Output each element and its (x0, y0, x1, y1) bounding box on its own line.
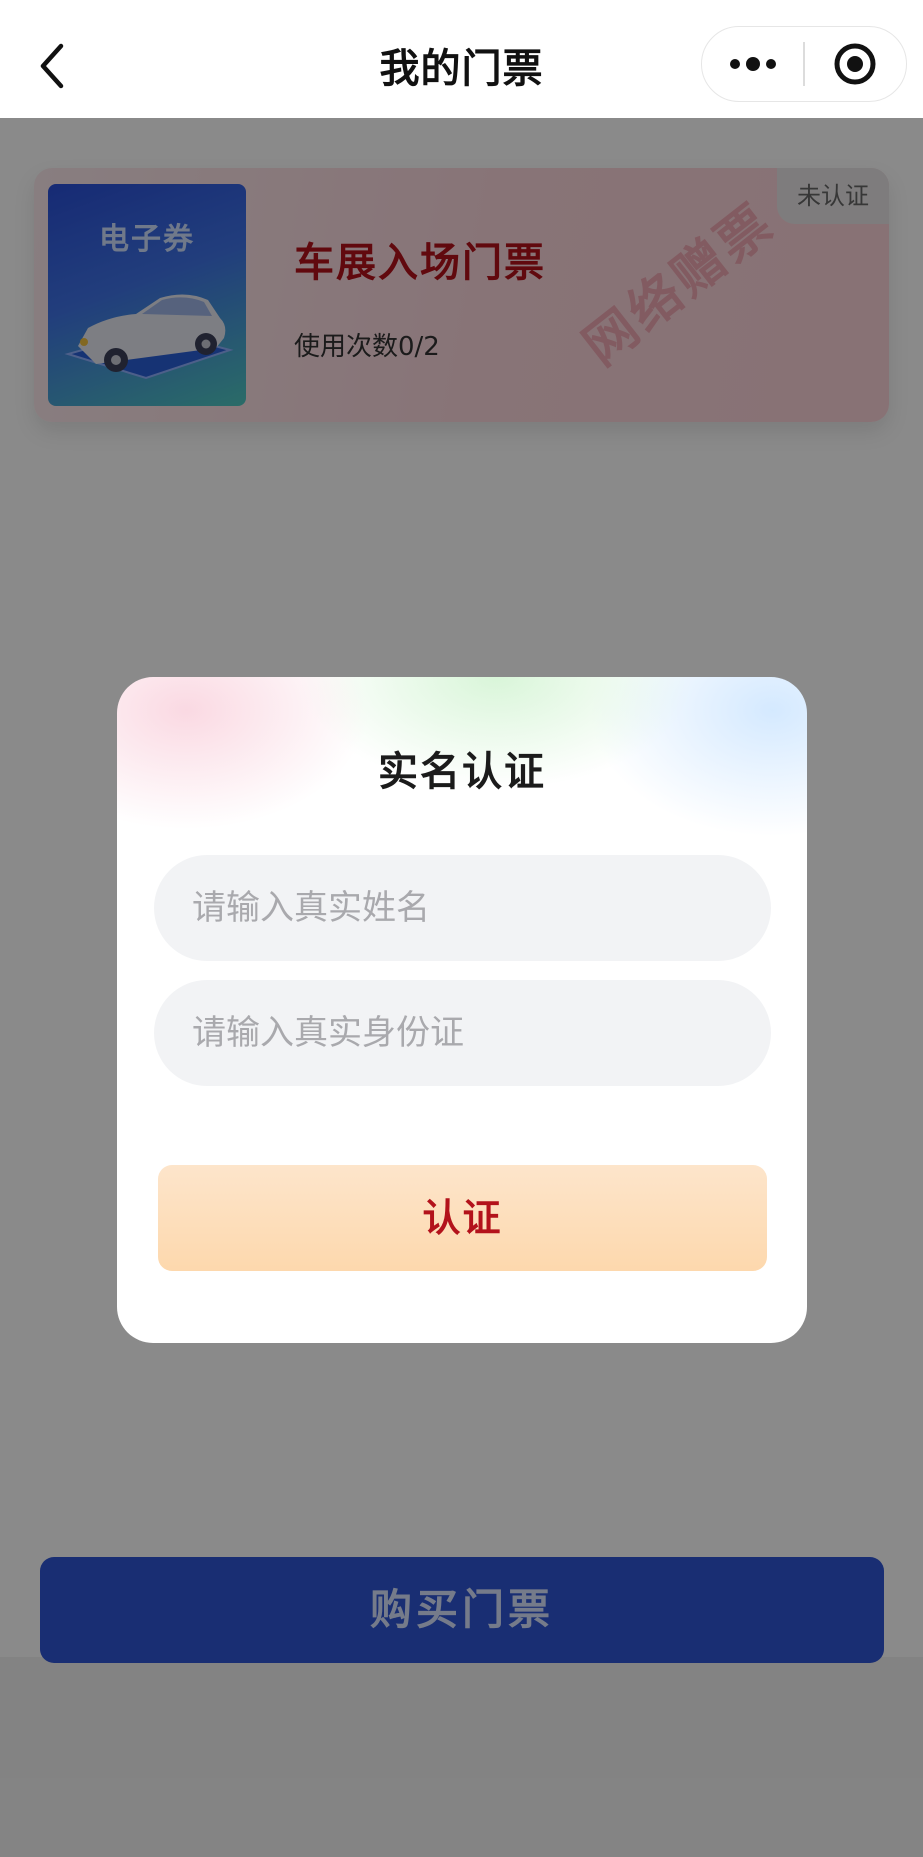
dialog-title: 实名认证 (378, 749, 546, 795)
more-button[interactable] (702, 27, 803, 101)
id-number-input[interactable] (154, 980, 771, 1086)
target-circle-icon (834, 43, 876, 85)
mini-program-capsule (701, 26, 907, 102)
verify-button[interactable]: 认证 (158, 1165, 767, 1271)
navigation-bar: 我的门票 (0, 0, 923, 118)
more-dots-icon (729, 57, 776, 71)
name-input[interactable] (154, 855, 771, 961)
close-mini-program-button[interactable] (805, 27, 906, 101)
verification-dialog: 实名认证 认证 (117, 677, 807, 1343)
